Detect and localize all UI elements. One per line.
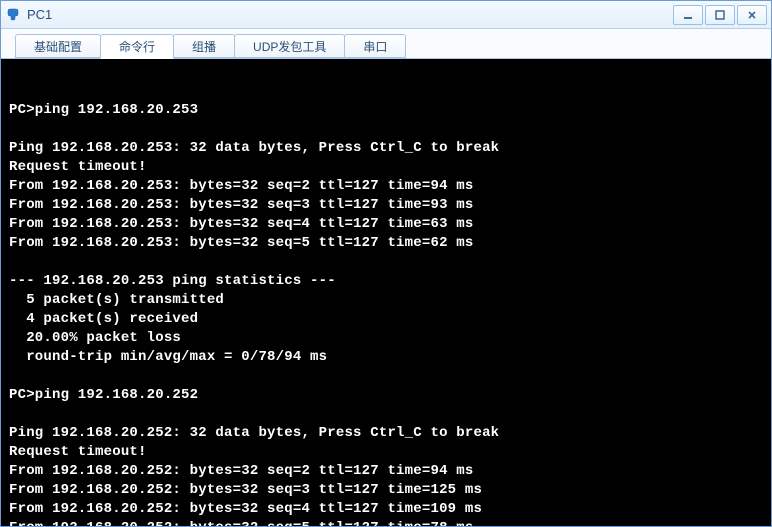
app-icon xyxy=(5,7,21,23)
tab-label: 命令行 xyxy=(119,38,155,55)
window-title: PC1 xyxy=(27,7,671,22)
window-controls xyxy=(671,5,767,25)
tab-udp-tool[interactable]: UDP发包工具 xyxy=(234,34,345,58)
close-button[interactable] xyxy=(737,5,767,25)
tab-label: 串口 xyxy=(363,38,387,55)
tab-basic-config[interactable]: 基础配置 xyxy=(15,34,101,58)
minimize-button[interactable] xyxy=(673,5,703,25)
tab-label: UDP发包工具 xyxy=(253,38,326,55)
tabbar: 基础配置 命令行 组播 UDP发包工具 串口 xyxy=(1,29,771,59)
terminal-output[interactable]: PC>ping 192.168.20.253 Ping 192.168.20.2… xyxy=(1,59,771,526)
tab-multicast[interactable]: 组播 xyxy=(173,34,235,58)
tab-label: 基础配置 xyxy=(34,38,82,55)
tab-label: 组播 xyxy=(192,38,216,55)
maximize-button[interactable] xyxy=(705,5,735,25)
titlebar: PC1 xyxy=(1,1,771,29)
tab-serial-port[interactable]: 串口 xyxy=(344,34,406,58)
tab-command-line[interactable]: 命令行 xyxy=(100,34,174,59)
app-window: PC1 基础配置 命令行 组播 UDP发包工具 串口 PC>ping xyxy=(0,0,772,527)
